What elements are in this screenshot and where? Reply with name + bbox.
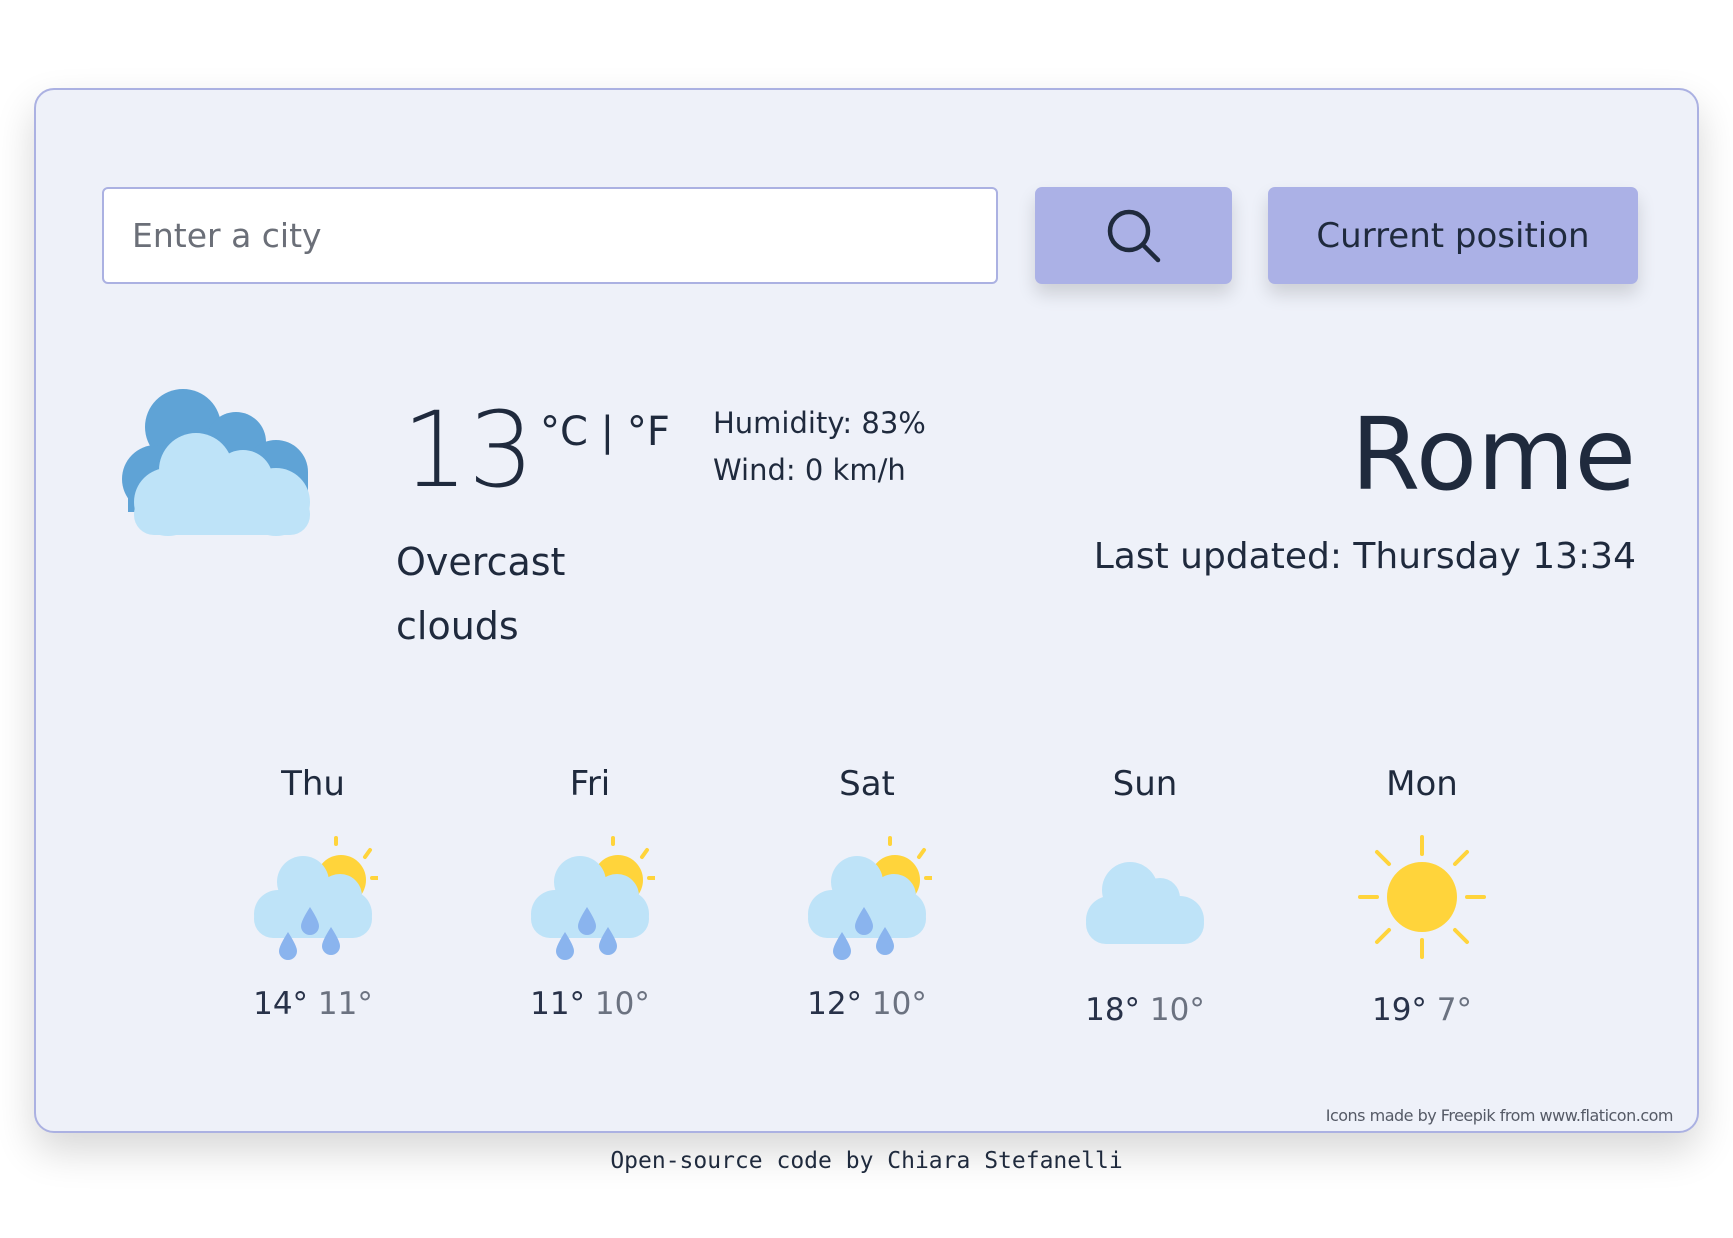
forecast-temps: 19° 7° bbox=[1302, 990, 1542, 1030]
forecast-temps: 18° 10° bbox=[1025, 990, 1265, 1030]
footer: Open-source code by Chiara Stefanelli bbox=[0, 1148, 1733, 1174]
forecast-max: 18° bbox=[1085, 992, 1141, 1028]
flaticon-link[interactable]: www.flaticon.com bbox=[1540, 1106, 1674, 1125]
source-code-link[interactable]: Open-source code bbox=[610, 1148, 832, 1174]
overcast-clouds-icon bbox=[122, 389, 310, 536]
forecast-day-name: Thu bbox=[281, 764, 345, 804]
forecast-day-name: Sat bbox=[839, 764, 895, 804]
forecast-min: 7° bbox=[1436, 992, 1473, 1028]
city-name: Rome bbox=[1350, 396, 1636, 513]
forecast-min: 10° bbox=[1149, 992, 1205, 1028]
author-link[interactable]: Chiara Stefanelli bbox=[887, 1148, 1122, 1174]
forecast-day: Thu 14° 11° bbox=[193, 762, 433, 1024]
humidity: Humidity: 83% bbox=[713, 406, 926, 440]
credits-text: from bbox=[1495, 1106, 1540, 1125]
rain-sun-icon bbox=[254, 836, 378, 960]
search-button[interactable] bbox=[1035, 187, 1232, 284]
weather-description: Overcast clouds bbox=[396, 540, 566, 648]
weather-card: Current position 13 °C | °F Humidity: 83… bbox=[34, 88, 1699, 1133]
forecast-day-name: Sun bbox=[1112, 764, 1178, 804]
forecast-day: Sat 12° 10° bbox=[747, 762, 987, 1024]
cloud-icon bbox=[1086, 862, 1204, 944]
freepik-link[interactable]: Freepik bbox=[1441, 1106, 1496, 1125]
forecast-max: 14° bbox=[253, 986, 309, 1022]
rain-sun-icon bbox=[531, 836, 655, 960]
forecast-day: Sun 18° 10° bbox=[1025, 762, 1265, 1030]
forecast-temps: 11° 10° bbox=[470, 984, 710, 1024]
unit-toggle: °C | °F bbox=[540, 408, 670, 456]
forecast-max: 11° bbox=[530, 986, 586, 1022]
forecast-max: 19° bbox=[1371, 992, 1427, 1028]
rain-sun-icon bbox=[808, 836, 932, 960]
forecast-min: 11° bbox=[317, 986, 373, 1022]
current-temperature: 13 bbox=[402, 389, 535, 511]
forecast-temps: 12° 10° bbox=[747, 984, 987, 1024]
credits-text: Icons made by bbox=[1325, 1106, 1441, 1125]
forecast-max: 12° bbox=[807, 986, 863, 1022]
city-search-input[interactable] bbox=[102, 187, 998, 284]
unit-separator: | bbox=[600, 409, 615, 455]
current-position-button[interactable]: Current position bbox=[1268, 187, 1638, 284]
wind: Wind: 0 km/h bbox=[713, 453, 906, 487]
forecast-day-name: Mon bbox=[1386, 764, 1458, 804]
forecast-day: Mon 19° 7° bbox=[1302, 762, 1542, 1030]
sun-icon bbox=[1358, 835, 1486, 959]
celsius-link[interactable]: °C bbox=[540, 409, 588, 455]
forecast-min: 10° bbox=[594, 986, 650, 1022]
footer-text: by bbox=[831, 1148, 888, 1174]
search-icon bbox=[1107, 209, 1160, 262]
last-updated: Last updated: Thursday 13:34 bbox=[1093, 536, 1636, 577]
icon-credits: Icons made by Freepik from www.flaticon.… bbox=[1325, 1106, 1674, 1125]
forecast-min: 10° bbox=[871, 986, 927, 1022]
fahrenheit-link[interactable]: °F bbox=[627, 409, 670, 455]
forecast-temps: 14° 11° bbox=[193, 984, 433, 1024]
forecast-day: Fri 11° 10° bbox=[470, 762, 710, 1024]
forecast-day-name: Fri bbox=[569, 764, 611, 804]
weather-details: Humidity: 83% Wind: 0 km/h bbox=[713, 400, 926, 494]
